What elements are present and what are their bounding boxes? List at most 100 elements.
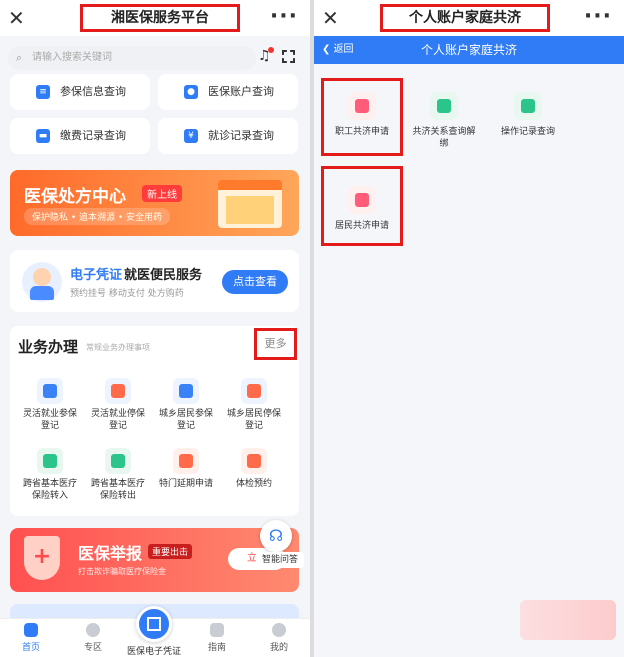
view-button[interactable]: 点击查看 [222,270,288,294]
service-transfer-out[interactable]: 跨省基本医疗 保险转出 [82,448,154,502]
service-checkup-booking[interactable]: 体检预约 [218,448,290,490]
search-input[interactable]: ⌕ 请输入搜索关键词 [8,46,256,70]
quick-payment-records[interactable]: ▬ 缴费记录查询 [10,118,150,154]
headset-icon[interactable]: ☊ [260,520,292,552]
banner-badge: 重要出击 [148,544,193,559]
more-dots-icon[interactable]: ··· [270,4,298,29]
assistant-label[interactable]: 智能问答 [256,552,304,568]
user-icon [272,623,286,637]
e-voucher-subtitle: 预约挂号 移动支付 处方购药 [70,289,184,299]
folder-icon [430,92,458,120]
card-icon: ▬ [36,129,50,143]
quick-label: 参保信息查询 [60,85,126,98]
banner-subtitle: 保护隐私 • 追本溯源 • 安全用药 [24,208,171,225]
home-icon [24,623,38,637]
yuan-icon: ¥ [184,129,198,143]
right-screen: ✕ 个人账户家庭共济 ··· 个人账户家庭共济 ❮ 返回 职工共济申请 共济关系… [314,0,624,657]
business-section: 业务办理 常规业务办理事项 更多 灵活就业参保 登记 灵活就业停保 登记 城乡居… [10,326,299,516]
quick-visit-records[interactable]: ¥ 就诊记录查询 [158,118,298,154]
tab-label: 专区 [83,643,102,653]
quick-insurance-info[interactable]: ≡ 参保信息查询 [10,74,150,110]
page-title: 个人账户家庭共济 [380,4,550,32]
wallet-icon: ● [184,85,198,99]
highlight-box [321,78,403,156]
title-bar: ✕ 湘医保服务平台 ··· [0,0,310,36]
house-icon [241,378,267,404]
title-bar: ✕ 个人账户家庭共济 ··· [314,0,624,36]
tab-guide[interactable]: 指南 [186,623,248,653]
e-voucher-card[interactable]: 电子凭证 就医便民服务 预约挂号 移动支付 处方购药 点击查看 [10,250,299,312]
zone-icon [86,623,100,637]
service-label: 跨省基本医疗 保险转入 [22,479,77,501]
house-icon [241,448,267,474]
tab-home[interactable]: 首页 [0,623,62,653]
quick-label: 就诊记录查询 [208,129,274,142]
service-special-extension[interactable]: 特门延期申请 [150,448,222,490]
service-label: 特门延期申请 [158,479,213,489]
scan-icon[interactable] [282,50,295,63]
banner-title: 医保处方中心 [24,187,126,207]
tab-label: 指南 [207,643,226,653]
section-title: 业务办理 [18,338,79,356]
close-icon[interactable]: ✕ [322,6,339,30]
service-label: 城乡居民参保 登记 [158,409,213,431]
tab-label: 我的 [269,643,288,653]
house-icon [173,378,199,404]
function-label: 共济关系查询解 绑 [412,127,476,149]
folder-icon [514,92,542,120]
left-screen: ✕ 湘医保服务平台 ··· ⌕ 请输入搜索关键词 ♫ ≡ 参保信息查询 ● 医保… [0,0,310,657]
page-title: 湘医保服务平台 [80,4,240,32]
transfer-in-icon [37,448,63,474]
service-title: 就医便民服务 [124,268,203,283]
search-placeholder: 请输入搜索关键词 [32,52,112,63]
guide-icon [210,623,224,637]
shield-icon [105,378,131,404]
nav-bar: 个人账户家庭共济 ❮ 返回 [314,36,624,64]
back-button[interactable]: ❮ 返回 [322,36,354,64]
highlight-box [321,166,403,246]
tab-zone[interactable]: 专区 [62,623,124,653]
doctor-avatar [22,262,62,302]
close-icon[interactable]: ✕ [8,6,25,30]
document-icon: ≡ [36,85,50,99]
operation-log-query[interactable]: 操作记录查询 [488,92,568,138]
service-flexible-stop[interactable]: 灵活就业停保 登记 [82,378,154,432]
pharmacy-illustration [218,180,282,228]
shield-plus-icon: + [24,536,60,580]
search-icon: ⌕ [16,51,23,64]
service-flexible-enroll[interactable]: 灵活就业参保 登记 [14,378,86,432]
watermark [520,600,616,640]
more-link[interactable]: 更多 [254,328,297,360]
shield-icon [37,378,63,404]
banner-subtitle: 打击欺诈骗取医疗保险金 [78,567,166,576]
service-label: 城乡居民停保 登记 [226,409,281,431]
tab-label: 首页 [21,643,40,653]
service-label: 灵活就业参保 登记 [22,409,77,431]
service-label: 跨省基本医疗 保险转出 [90,479,145,501]
prescription-center-banner[interactable]: 医保处方中心 新上线 保护隐私 • 追本溯源 • 安全用药 [10,170,299,236]
tab-mine[interactable]: 我的 [248,623,310,653]
service-resident-enroll[interactable]: 城乡居民参保 登记 [150,378,222,432]
service-label: 灵活就业停保 登记 [90,409,145,431]
quick-account-query[interactable]: ● 医保账户查询 [158,74,298,110]
tab-e-voucher[interactable]: 医保电子凭证 [118,644,190,657]
service-transfer-in[interactable]: 跨省基本医疗 保险转入 [14,448,86,502]
service-label: 体检预约 [235,479,272,489]
new-badge: 新上线 [142,185,182,202]
relation-query-unbind[interactable]: 共济关系查询解 绑 [404,92,484,150]
e-voucher-title: 电子凭证 [70,268,123,283]
qr-code-icon[interactable] [136,606,172,642]
house-icon [173,448,199,474]
service-resident-stop[interactable]: 城乡居民停保 登记 [218,378,290,432]
nav-title: 个人账户家庭共济 [420,43,517,57]
function-label: 操作记录查询 [500,127,555,137]
back-label: 返回 [333,44,354,55]
banner-title: 医保举报 [78,544,143,563]
chevron-left-icon: ❮ [322,44,334,55]
quick-label: 医保账户查询 [208,85,274,98]
more-dots-icon[interactable]: ··· [584,4,612,29]
notification-dot [268,47,274,53]
section-subtitle: 常规业务办理事项 [86,343,150,352]
quick-label: 缴费记录查询 [60,129,126,142]
transfer-out-icon [105,448,131,474]
